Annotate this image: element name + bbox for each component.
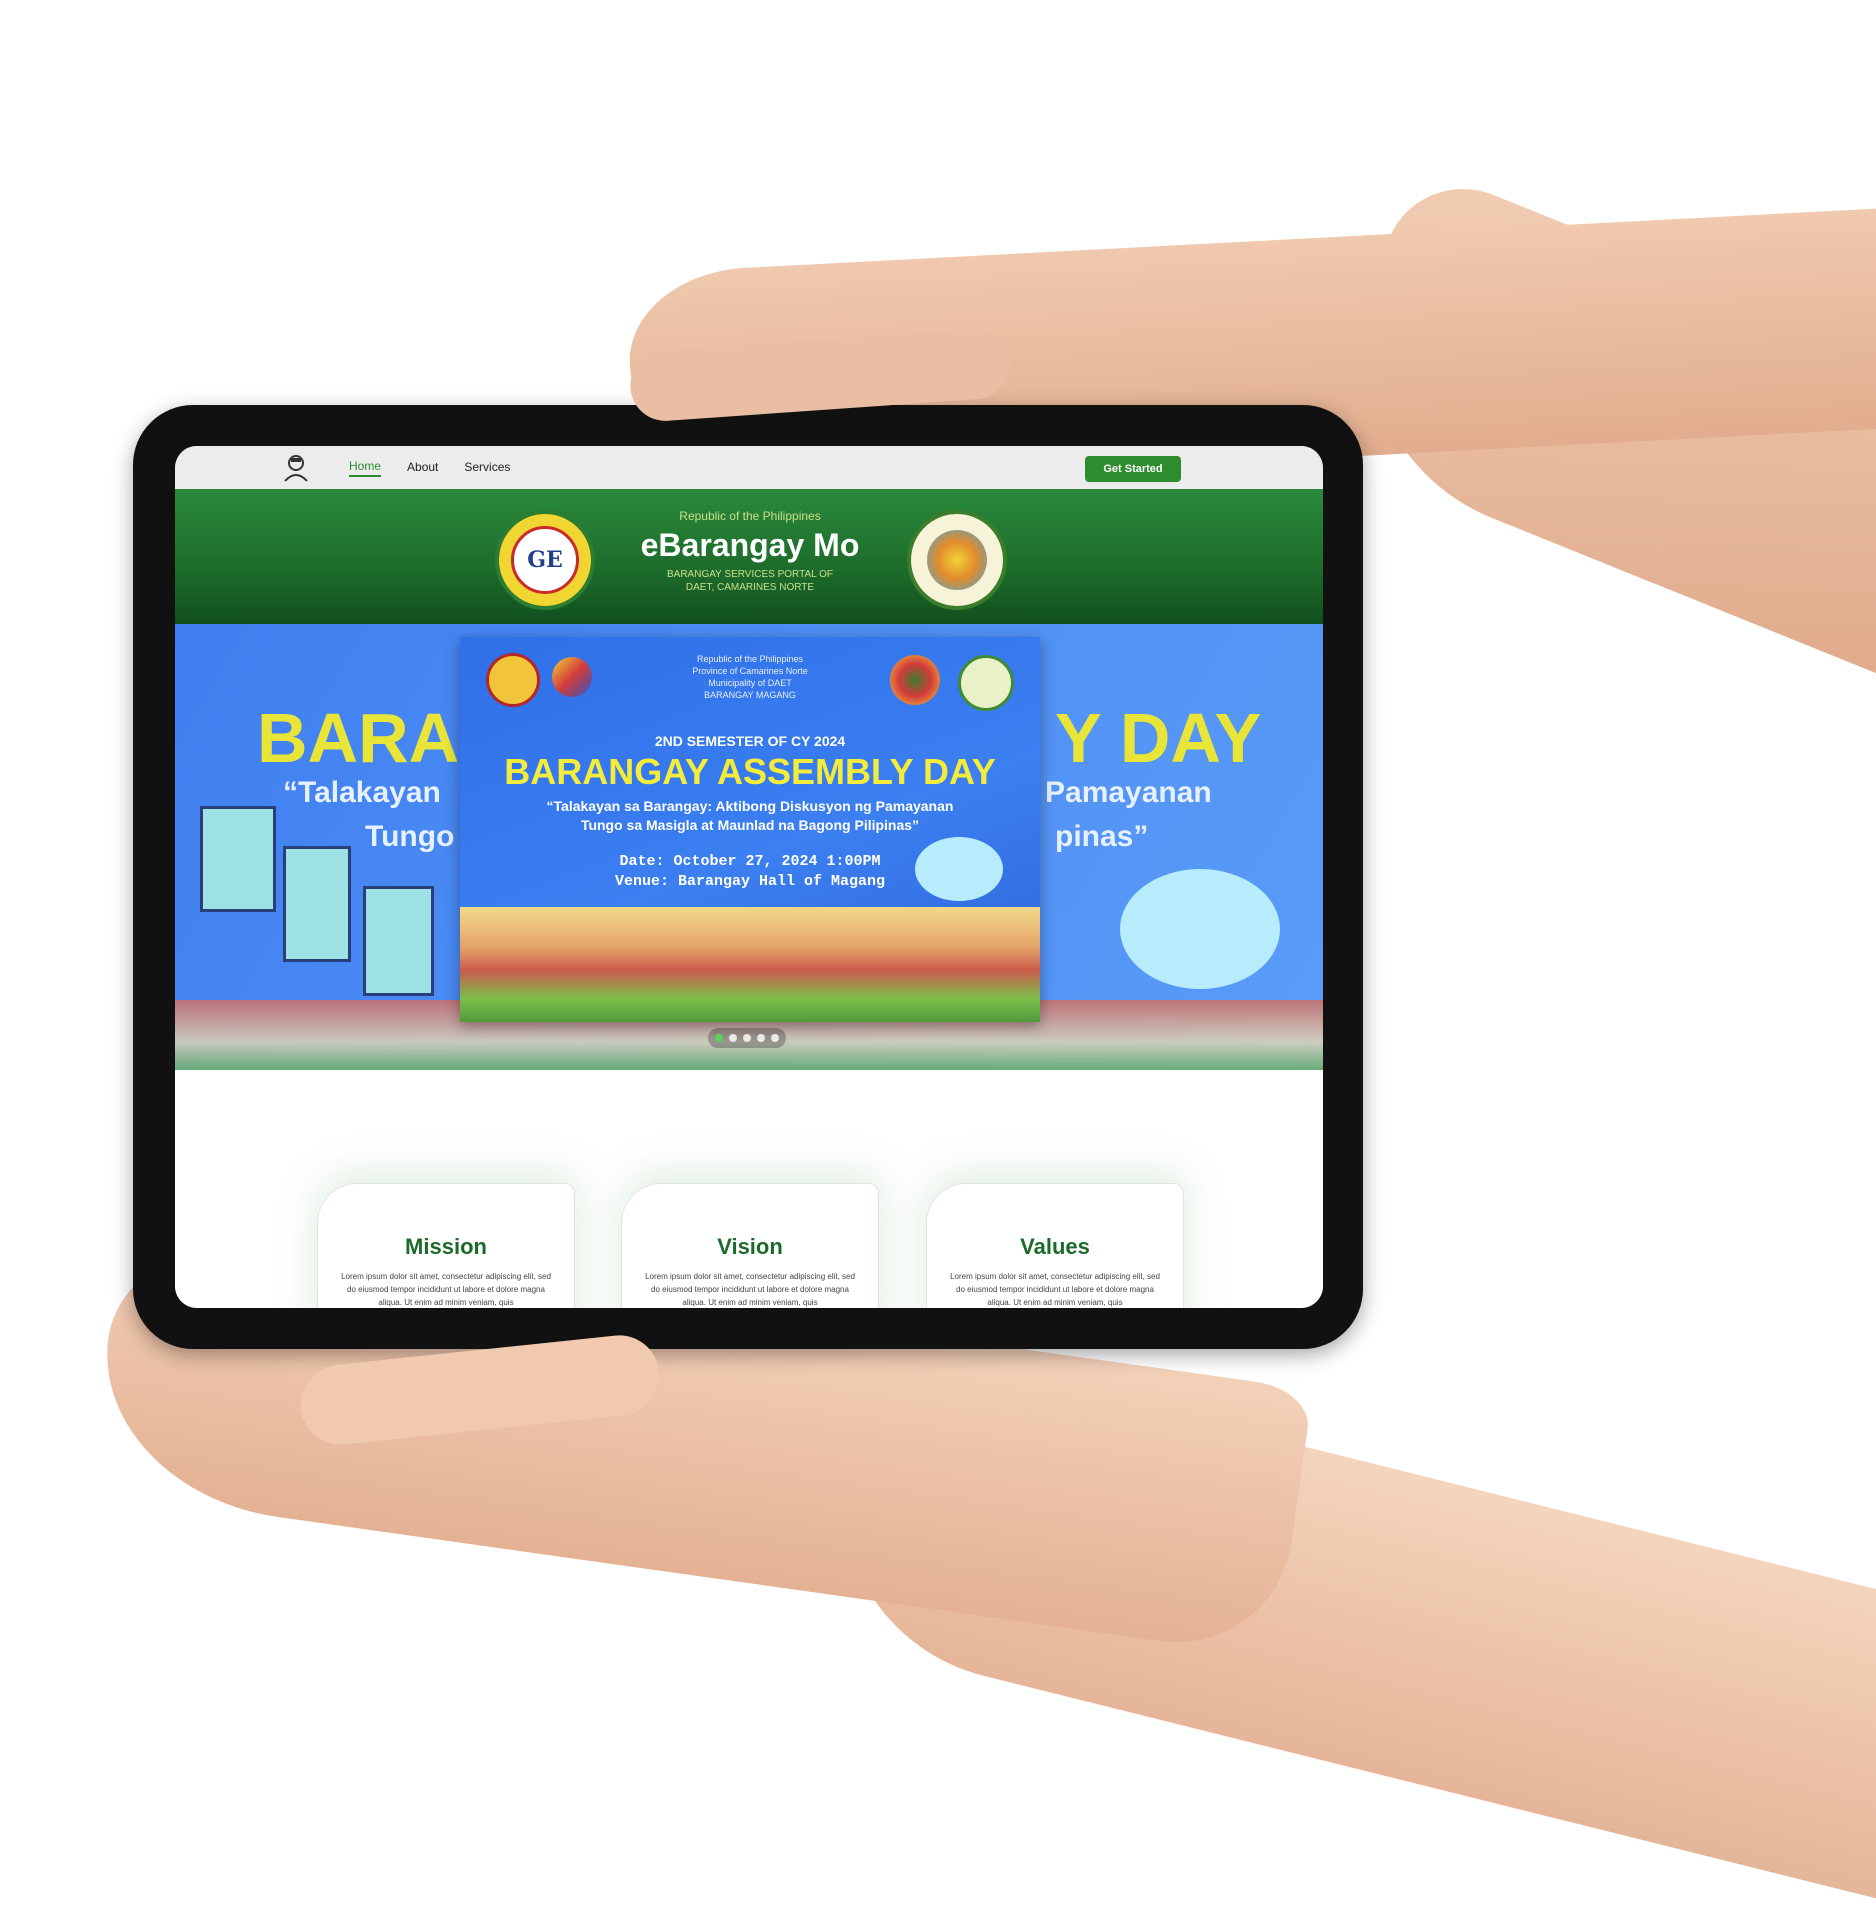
values-title: Values <box>1020 1234 1090 1259</box>
hero-bg-title-right: Y DAY <box>1055 699 1262 777</box>
tablet-screen: Home About Services Get Started GE Repub… <box>175 446 1323 1308</box>
carousel-dot-5[interactable] <box>771 1034 779 1042</box>
municipal-seal-right-icon <box>907 510 1007 610</box>
assembly-poster[interactable]: Republic of the Philippines Province of … <box>460 637 1040 1022</box>
nav-link-services[interactable]: Services <box>464 460 510 476</box>
daet-seal-icon <box>890 655 940 705</box>
hero-bg-sub-right-2: pinas” <box>1055 820 1149 853</box>
illustration-person-2 <box>283 846 351 962</box>
mission-vision-values-section: Mission Lorem ipsum dolor sit amet, cons… <box>175 1070 1323 1308</box>
site-header-banner: GE Republic of the Philippines eBarangay… <box>175 489 1323 624</box>
illustration-person-3 <box>363 886 434 996</box>
nav-link-home[interactable]: Home <box>349 459 382 477</box>
carousel-dot-1[interactable] <box>715 1034 723 1042</box>
poster-semester: 2ND SEMESTER OF CY 2024 <box>654 733 846 749</box>
bagong-pilipinas-logo-icon <box>552 657 592 697</box>
speech-bubble-icon <box>1120 869 1280 989</box>
header-subtitle-1: BARANGAY SERVICES PORTAL OF <box>667 569 833 580</box>
nav-link-about[interactable]: About <box>407 460 438 476</box>
carousel-dot-3[interactable] <box>743 1034 751 1042</box>
poster-title: BARANGAY ASSEMBLY DAY <box>504 751 996 792</box>
hero-bg-title-left: BARA <box>257 699 460 777</box>
vision-body: Lorem ipsum dolor sit amet, consectetur … <box>645 1272 855 1307</box>
poster-speech-bubble-icon <box>915 837 1003 901</box>
poster-town-illustration <box>460 907 1040 1022</box>
hero-carousel[interactable]: BARA Y DAY “Talakayan Tungo Pamayanan pi… <box>175 624 1323 1070</box>
hero-bg-sub-right-1: Pamayanan <box>1045 776 1212 809</box>
site-title: eBarangay Mo <box>640 527 860 563</box>
values-body: Lorem ipsum dolor sit amet, consectetur … <box>950 1272 1160 1307</box>
poster-header: Republic of the Philippines Province of … <box>692 654 808 700</box>
nav-links: Home About Services <box>349 446 510 489</box>
site-logo-icon[interactable] <box>279 451 313 485</box>
mission-title: Mission <box>405 1234 487 1259</box>
mission-card: Mission Lorem ipsum dolor sit amet, cons… <box>317 1183 575 1308</box>
vision-title: Vision <box>717 1234 783 1259</box>
carousel-dot-2[interactable] <box>729 1034 737 1042</box>
seal-initials: GE <box>511 526 579 594</box>
hero-bg-sub-left-1: “Talakayan <box>283 776 441 809</box>
barangay-seal-left-icon: GE <box>495 510 595 610</box>
header-republic: Republic of the Philippines <box>679 509 821 523</box>
carousel-dot-4[interactable] <box>757 1034 765 1042</box>
vision-card: Vision Lorem ipsum dolor sit amet, conse… <box>621 1183 879 1308</box>
top-navbar: Home About Services Get Started <box>175 446 1323 489</box>
dilg-logo-icon <box>486 653 540 707</box>
hero-bg-sub-left-2: Tungo <box>365 820 455 853</box>
illustration-person-1 <box>200 806 276 912</box>
header-subtitle-2: DAET, CAMARINES NORTE <box>685 582 815 593</box>
get-started-button[interactable]: Get Started <box>1085 456 1181 482</box>
barangay-seal-icon <box>958 655 1014 711</box>
poster-quote: “Talakayan sa Barangay: Aktibong Diskusy… <box>546 798 954 833</box>
mission-body: Lorem ipsum dolor sit amet, consectetur … <box>341 1272 551 1307</box>
carousel-indicators <box>708 1028 786 1048</box>
header-text-block: Republic of the Philippines eBarangay Mo… <box>595 509 905 594</box>
values-card: Values Lorem ipsum dolor sit amet, conse… <box>926 1183 1184 1308</box>
